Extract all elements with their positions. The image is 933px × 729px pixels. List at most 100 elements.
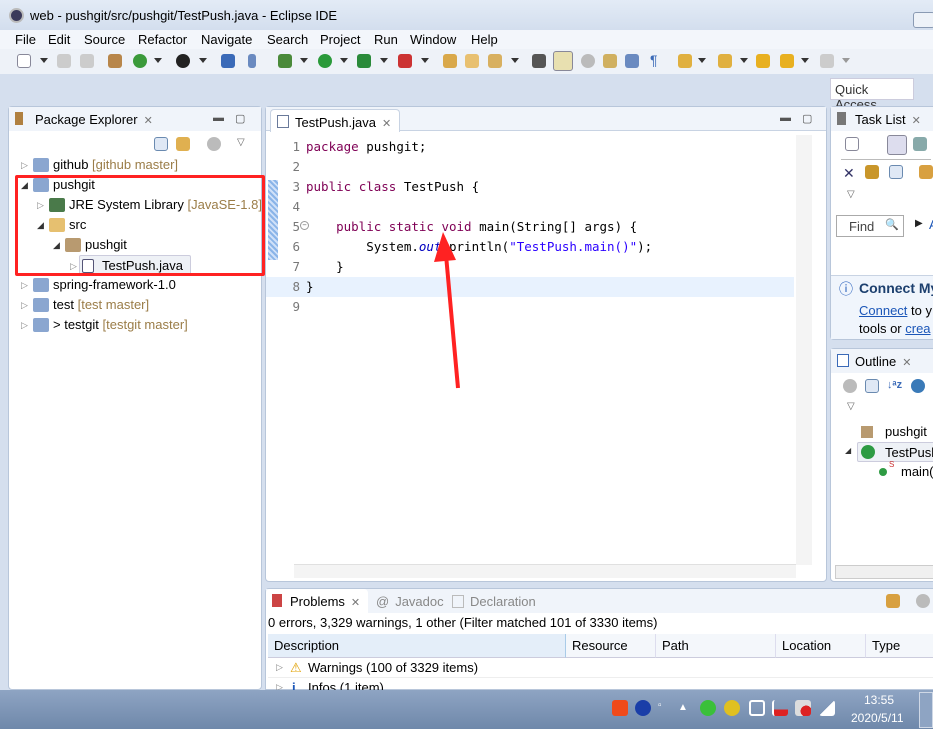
- code-line[interactable]: 7 }: [266, 257, 794, 277]
- tab-problems[interactable]: Problems ✕: [266, 589, 369, 613]
- word-wrap-icon[interactable]: [625, 54, 639, 68]
- open-type-icon[interactable]: [443, 54, 457, 68]
- scheduled-icon[interactable]: [913, 137, 927, 151]
- last-edit-icon[interactable]: [756, 54, 770, 68]
- volume-muted-icon[interactable]: [795, 700, 811, 716]
- menu-source[interactable]: Source: [84, 32, 125, 47]
- column-location[interactable]: Location: [776, 634, 866, 658]
- minimize-button[interactable]: [913, 12, 933, 28]
- column-type[interactable]: Type: [866, 634, 933, 658]
- filters-icon[interactable]: [207, 137, 221, 151]
- next-annotation-icon[interactable]: [678, 54, 692, 68]
- expand-arrow-icon[interactable]: ▷: [21, 160, 28, 171]
- column-resource[interactable]: Resource: [566, 634, 656, 658]
- close-icon[interactable]: ✕: [144, 115, 153, 127]
- expand-icon[interactable]: ▷: [276, 662, 283, 673]
- close-icon[interactable]: ✕: [902, 357, 911, 369]
- code-line[interactable]: 4: [266, 197, 794, 217]
- expand-arrow-icon[interactable]: ▷: [21, 280, 28, 291]
- collapse-all-icon[interactable]: [154, 137, 168, 151]
- clock-time[interactable]: 13:55: [864, 693, 894, 707]
- terminal-icon[interactable]: [221, 54, 235, 68]
- categorized-icon[interactable]: [887, 135, 907, 155]
- menu-window[interactable]: Window: [410, 32, 456, 47]
- new-package-icon[interactable]: [108, 54, 122, 68]
- code-line[interactable]: 1 package pushgit;: [266, 137, 794, 157]
- filters-icon[interactable]: [843, 379, 857, 393]
- find-input[interactable]: Find 🔍: [836, 215, 904, 237]
- forward-icon[interactable]: [820, 54, 834, 68]
- external-tools-icon[interactable]: [398, 54, 412, 68]
- code-line[interactable]: 9: [266, 297, 794, 317]
- wechat-icon[interactable]: [700, 700, 716, 716]
- new-icon[interactable]: [17, 54, 31, 68]
- previous-annotation-icon[interactable]: [718, 54, 732, 68]
- outline-item-method[interactable]: main(: [901, 464, 933, 479]
- create-link[interactable]: crea: [905, 321, 930, 336]
- menu-file[interactable]: File: [15, 32, 36, 47]
- menu-run[interactable]: Run: [374, 32, 398, 47]
- help-icon[interactable]: [635, 700, 651, 716]
- collapse-all-icon[interactable]: [865, 379, 879, 393]
- network-icon[interactable]: [819, 700, 835, 716]
- focus-on-active-icon[interactable]: [886, 594, 900, 608]
- filters-icon[interactable]: [916, 594, 930, 608]
- search-icon[interactable]: [488, 54, 502, 68]
- fold-icon[interactable]: −: [300, 221, 309, 230]
- outline-item-package[interactable]: pushgit: [885, 424, 927, 439]
- minimize-icon[interactable]: ▬: [780, 112, 791, 124]
- save-all-icon[interactable]: [80, 54, 94, 68]
- pilcrow-icon[interactable]: ¶: [650, 52, 664, 68]
- horizontal-scrollbar[interactable]: [294, 564, 796, 578]
- hide-fields-icon[interactable]: [911, 379, 925, 393]
- code-line[interactable]: 8}: [266, 277, 794, 297]
- maximize-icon[interactable]: ▢: [235, 112, 245, 125]
- user-icon[interactable]: [176, 54, 190, 68]
- view-menu-icon[interactable]: ▽: [847, 401, 855, 412]
- expand-arrow-icon[interactable]: ▷: [21, 300, 28, 311]
- menu-help[interactable]: Help: [471, 32, 498, 47]
- code-area[interactable]: 1 package pushgit; 2 3 public class TestPush…: [266, 137, 794, 577]
- menu-search[interactable]: Search: [267, 32, 308, 47]
- all-link[interactable]: A: [929, 217, 933, 232]
- menu-project[interactable]: Project: [320, 32, 360, 47]
- sort-icon[interactable]: ↓ᵃz: [887, 379, 902, 393]
- connect-link[interactable]: Connect: [859, 303, 907, 318]
- table-row[interactable]: ▷ i Infos (1 item): [268, 678, 933, 690]
- column-path[interactable]: Path: [656, 634, 776, 658]
- quick-access-input[interactable]: Quick Access: [830, 78, 914, 112]
- tab-testpush-java[interactable]: TestPush.java ✕: [270, 109, 401, 132]
- new-class-icon[interactable]: [133, 54, 147, 68]
- run-icon[interactable]: [318, 54, 332, 68]
- outline-item-class[interactable]: TestPush: [857, 442, 933, 462]
- maximize-icon[interactable]: ▢: [802, 112, 812, 125]
- skip-breakpoints-icon[interactable]: [248, 54, 256, 68]
- tab-task-list[interactable]: Task List ✕: [831, 107, 929, 131]
- view-menu-icon[interactable]: ▽: [237, 137, 245, 148]
- focus-icon[interactable]: [865, 165, 879, 179]
- ime-toggle-icon[interactable]: ▫: [658, 700, 668, 716]
- new-task-icon[interactable]: [845, 137, 859, 151]
- annotation-icon[interactable]: [532, 54, 546, 68]
- vertical-scrollbar[interactable]: [796, 135, 812, 565]
- show-desktop-button[interactable]: [919, 692, 933, 728]
- power-icon[interactable]: [749, 700, 765, 716]
- show-hidden-icons[interactable]: ▲: [678, 702, 694, 718]
- expand-icon[interactable]: ▷: [276, 682, 283, 690]
- sync-icon[interactable]: [919, 165, 933, 179]
- clock-date[interactable]: 2020/5/11: [851, 711, 904, 725]
- back-icon[interactable]: [780, 54, 794, 68]
- security-icon[interactable]: [724, 700, 740, 716]
- expand-arrow-icon[interactable]: ▷: [21, 320, 28, 331]
- debug-icon[interactable]: [278, 54, 292, 68]
- block-selection-icon[interactable]: [581, 54, 595, 68]
- menu-edit[interactable]: Edit: [48, 32, 70, 47]
- code-line[interactable]: 3 public class TestPush {: [266, 177, 794, 197]
- close-icon[interactable]: ✕: [351, 597, 360, 609]
- code-line[interactable]: 5 public static void main(String[] args)…: [266, 217, 794, 237]
- coverage-icon[interactable]: [357, 54, 371, 68]
- hide-completed-icon[interactable]: ✕: [843, 165, 857, 181]
- column-description[interactable]: Description: [268, 634, 566, 658]
- link-editor-icon[interactable]: [176, 137, 190, 151]
- tab-javadoc[interactable]: @ Javadoc: [376, 594, 444, 609]
